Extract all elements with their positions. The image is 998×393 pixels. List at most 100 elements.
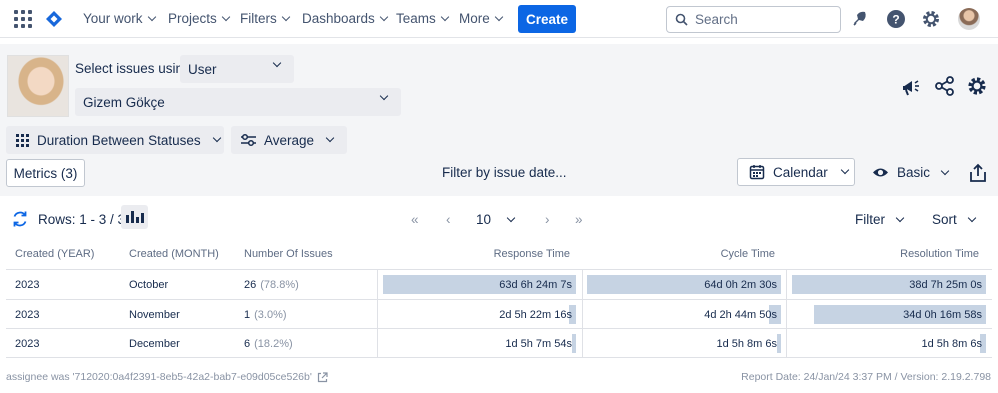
divider (786, 269, 787, 357)
chevron-down-icon (281, 12, 290, 21)
external-link-icon[interactable] (317, 371, 328, 383)
cell-issue-count: 1 (3.0%) (244, 309, 287, 321)
nav-your-work[interactable]: Your work (83, 11, 156, 26)
column-header-month[interactable]: Created (MONTH) (129, 248, 219, 268)
metrics-button[interactable]: Metrics (3) (6, 159, 85, 187)
report-type-dropdown[interactable]: Duration Between Statuses (6, 126, 224, 154)
select-by-value: User (188, 61, 217, 77)
nav-projects[interactable]: Projects (168, 11, 231, 26)
jql-query-text: assignee was '712020:0a4f2391-8eb5-42a2-… (6, 371, 312, 383)
view-mode-label: Basic (897, 165, 931, 180)
export-icon[interactable] (967, 162, 989, 184)
cell-year: 2023 (15, 338, 40, 350)
chevron-down-icon (325, 133, 335, 143)
page-size-value: 10 (476, 212, 492, 227)
divider (6, 357, 992, 358)
chevron-down-icon (494, 12, 504, 21)
filter-by-date-link[interactable]: Filter by issue date... (442, 165, 567, 180)
nav-your-work-label: Your work (83, 11, 143, 26)
top-navigation: Your work Projects Filters Dashboards Te… (0, 0, 998, 38)
filter-label: Filter (855, 212, 885, 227)
sort-dropdown[interactable]: Sort (932, 212, 977, 227)
report-control-panel: Select issues using User Gizem Gökçe Dur… (0, 44, 998, 196)
results-toolbar: Rows: 1 - 3 / 3 « ‹ 10 › » Filter Sort (0, 196, 998, 242)
divider (377, 269, 378, 357)
user-picker-dropdown[interactable]: Gizem Gökçe (75, 88, 401, 116)
share-icon[interactable] (934, 75, 956, 97)
settings-gear-icon[interactable] (966, 75, 988, 97)
filter-dropdown[interactable]: Filter (855, 212, 905, 227)
aggregation-dropdown[interactable]: Average (231, 126, 347, 154)
chevron-down-icon (506, 213, 516, 222)
megaphone-icon[interactable] (900, 75, 922, 97)
nav-more[interactable]: More (459, 11, 504, 26)
chevron-down-icon (840, 165, 850, 175)
column-header-resolution-time[interactable]: Resolution Time (900, 248, 979, 268)
profile-avatar[interactable] (958, 8, 980, 30)
chevron-down-icon (379, 91, 389, 101)
calendar-dropdown[interactable]: Calendar (737, 158, 855, 186)
resolution-time-value: 1d 5h 8m 6s (921, 338, 982, 350)
column-header-response-time[interactable]: Response Time (494, 248, 570, 268)
nav-teams-label: Teams (396, 11, 436, 26)
grid-icon (16, 133, 29, 147)
rows-count: Rows: 1 - 3 / 3 (38, 212, 126, 227)
cell-issue-count: 6 (18.2%) (244, 338, 293, 350)
issue-percentage: (18.2%) (254, 338, 293, 350)
cell-month: October (129, 279, 169, 291)
aggregation-label: Average (264, 132, 315, 148)
column-header-issue-count[interactable]: Number Of Issues (244, 248, 333, 268)
divider (6, 299, 992, 300)
nav-projects-label: Projects (168, 11, 217, 26)
first-page-icon[interactable]: « (411, 212, 419, 227)
cycle-time-value: 64d 0h 2m 30s (704, 279, 777, 291)
search-placeholder: Search (695, 12, 738, 27)
notifications-icon[interactable] (850, 9, 870, 29)
refresh-icon[interactable] (11, 210, 29, 228)
column-header-year[interactable]: Created (YEAR) (15, 248, 94, 268)
jira-logo-icon[interactable] (45, 10, 63, 28)
divider (582, 269, 583, 357)
user-picker-value: Gizem Gökçe (83, 94, 165, 110)
next-page-icon[interactable]: › (545, 212, 550, 227)
report-info: Report Date: 24/Jan/24 3:37 PM / Version… (741, 371, 991, 383)
chart-toggle-button[interactable] (121, 205, 148, 229)
issue-count-value: 26 (244, 279, 257, 291)
chevron-down-icon (940, 166, 950, 175)
report-type-label: Duration Between Statuses (37, 132, 201, 148)
calendar-label: Calendar (773, 164, 828, 180)
help-icon[interactable]: ? (886, 9, 906, 29)
search-input[interactable]: Search (666, 6, 841, 33)
nav-more-label: More (459, 11, 490, 26)
sliders-icon (241, 133, 256, 147)
cell-year: 2023 (15, 309, 40, 321)
resolution-time-value: 34d 0h 16m 58s (903, 309, 982, 321)
app-switcher-icon[interactable] (14, 10, 32, 28)
issue-count-value: 1 (244, 309, 251, 321)
chevron-down-icon (221, 12, 231, 21)
column-header-cycle-time[interactable]: Cycle Time (721, 248, 775, 268)
view-mode-dropdown[interactable]: Basic (872, 165, 950, 180)
user-avatar (7, 55, 69, 117)
resolution-time-value: 38d 7h 25m 0s (909, 279, 982, 291)
previous-page-icon[interactable]: ‹ (446, 212, 451, 227)
cell-month: December (129, 338, 180, 350)
nav-filters[interactable]: Filters (240, 11, 290, 26)
divider (6, 269, 992, 270)
issue-percentage: (3.0%) (254, 309, 287, 321)
page-size-dropdown[interactable]: 10 (476, 212, 516, 227)
chevron-down-icon (272, 58, 282, 68)
select-by-dropdown[interactable]: User (180, 55, 294, 83)
nav-teams[interactable]: Teams (396, 11, 450, 26)
chevron-down-icon (147, 12, 156, 21)
create-button[interactable]: Create (518, 5, 576, 33)
nav-filters-label: Filters (240, 11, 277, 26)
last-page-icon[interactable]: » (575, 212, 583, 227)
chevron-down-icon (212, 133, 221, 143)
nav-dashboards[interactable]: Dashboards (302, 11, 389, 26)
issue-percentage: (78.8%) (260, 279, 299, 291)
settings-gear-icon[interactable] (921, 9, 941, 29)
cycle-time-value: 1d 5h 8m 6s (716, 338, 777, 350)
search-icon (675, 13, 688, 26)
chevron-down-icon (379, 12, 389, 21)
